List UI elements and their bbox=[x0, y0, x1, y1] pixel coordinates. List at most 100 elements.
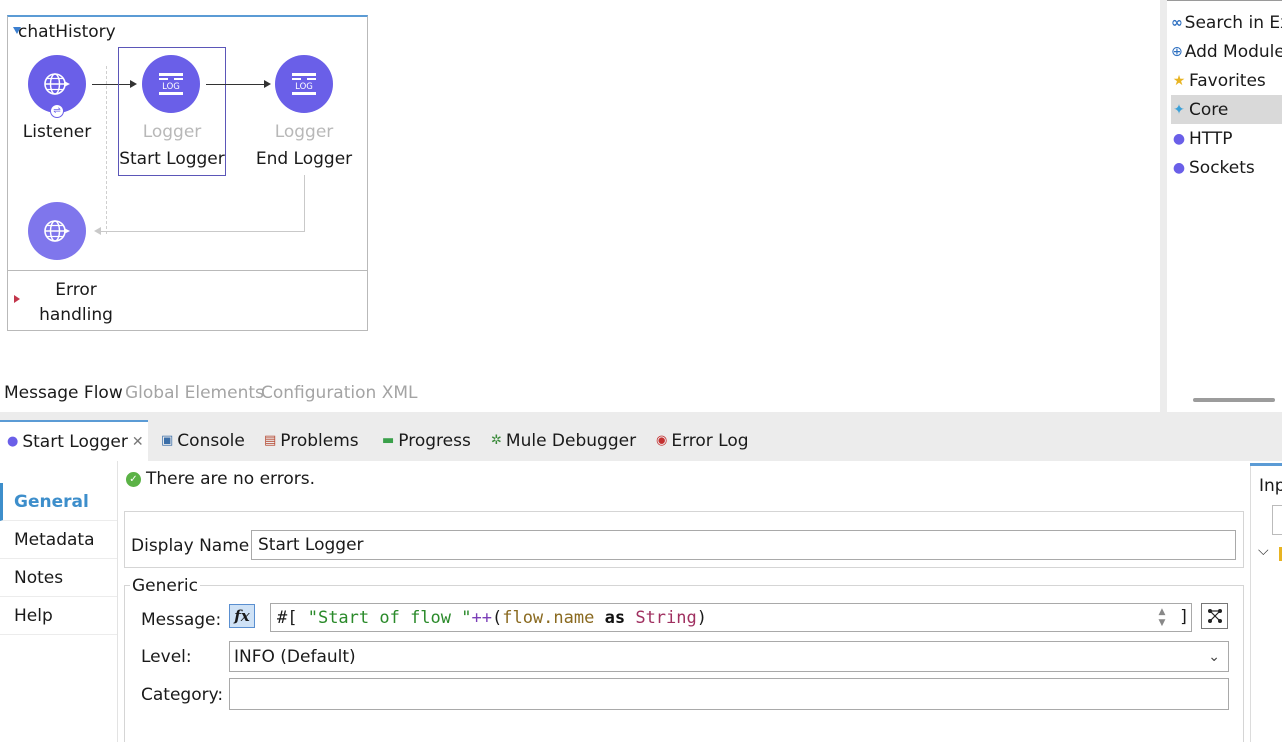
return-line bbox=[304, 175, 305, 232]
tab-message-flow[interactable]: Message Flow bbox=[4, 383, 123, 403]
globe-icon bbox=[44, 73, 70, 95]
tab-label: Progress bbox=[398, 430, 471, 451]
palette-core[interactable]: ✦ Core bbox=[1171, 95, 1282, 124]
sidebar-item-notes[interactable]: Notes bbox=[0, 559, 117, 597]
tab-problems[interactable]: ▤ Problems bbox=[264, 420, 359, 461]
expr-operator: ++ bbox=[471, 607, 492, 628]
progress-icon: ▬ bbox=[382, 433, 395, 448]
svg-text:LOG: LOG bbox=[162, 82, 180, 92]
tab-label: Error Log bbox=[671, 430, 749, 451]
arrow-head-icon bbox=[264, 80, 271, 88]
sidebar-divider bbox=[117, 461, 118, 742]
error-handling-section[interactable]: Error handling bbox=[30, 278, 122, 328]
tab-label: Console bbox=[177, 430, 245, 451]
error-handling-label-2: handling bbox=[39, 305, 113, 325]
sidebar-item-metadata[interactable]: Metadata bbox=[0, 521, 117, 559]
log-icon: LOG bbox=[292, 73, 316, 95]
flow-arrow bbox=[206, 84, 264, 85]
display-name-value: Start Logger bbox=[258, 535, 364, 555]
tab-label: Problems bbox=[280, 430, 359, 451]
tab-start-logger[interactable]: ● Start Logger ✕ bbox=[0, 420, 148, 461]
message-expression-input[interactable]: #[ "Start of flow "++(flow.name as Strin… bbox=[270, 603, 1192, 632]
response-node[interactable] bbox=[28, 202, 86, 260]
expr-suffix: ] bbox=[1179, 607, 1190, 627]
close-icon[interactable]: ✕ bbox=[132, 434, 144, 450]
module-icon: ● bbox=[1172, 159, 1186, 176]
palette-favorites[interactable]: ★ Favorites bbox=[1171, 66, 1282, 95]
palette-http[interactable]: ● HTTP bbox=[1171, 124, 1282, 153]
tab-error-log[interactable]: ◉ Error Log bbox=[656, 420, 749, 461]
debugger-icon: ✲ bbox=[491, 433, 502, 448]
palette-add-modules[interactable]: ⊕ Add Modules bbox=[1171, 37, 1282, 66]
start-logger-type: Logger bbox=[142, 122, 202, 142]
palette-item-label: Add Modules bbox=[1184, 41, 1282, 62]
tab-label: Start Logger bbox=[22, 431, 128, 452]
expression-spinner[interactable]: ▲ ▼ bbox=[1152, 605, 1172, 630]
error-handling-label-1: Error bbox=[55, 280, 97, 300]
return-line bbox=[100, 231, 305, 232]
fx-toggle-button[interactable]: fx bbox=[229, 604, 255, 628]
graph-icon bbox=[1207, 609, 1222, 623]
expr-identifier: flow.name bbox=[502, 607, 595, 628]
chevron-down-icon: ⌄ bbox=[1208, 648, 1220, 665]
error-log-icon: ◉ bbox=[656, 433, 668, 448]
sidebar-item-general[interactable]: General bbox=[0, 483, 117, 521]
problems-icon: ▤ bbox=[264, 433, 277, 448]
end-logger-label: End Logger bbox=[255, 149, 353, 169]
input-panel-title[interactable]: Inp bbox=[1259, 476, 1282, 496]
core-icon: ✦ bbox=[1173, 101, 1185, 118]
generic-group-title: Generic bbox=[130, 576, 200, 596]
globe-icon bbox=[44, 220, 70, 242]
palette-search-exchange[interactable]: ∞ Search in Exchange bbox=[1171, 8, 1282, 37]
expression-text: #[ "Start of flow "++(flow.name as Strin… bbox=[277, 608, 707, 628]
level-label: Level: bbox=[141, 647, 192, 667]
expr-keyword: as bbox=[604, 607, 626, 628]
spinner-up-icon[interactable]: ▲ bbox=[1159, 607, 1166, 618]
exchange-icon: ∞ bbox=[1171, 14, 1183, 31]
display-name-input[interactable]: Start Logger bbox=[251, 530, 1236, 560]
return-arrow-head-icon bbox=[94, 227, 101, 235]
expr-type: String bbox=[635, 607, 697, 628]
palette-item-label: Core bbox=[1189, 99, 1229, 120]
source-badge-icon: ⇌ bbox=[50, 104, 64, 118]
display-name-label: Display Name: bbox=[131, 536, 255, 556]
tab-progress[interactable]: ▬ Progress bbox=[382, 420, 471, 461]
sidebar-item-help[interactable]: Help bbox=[0, 597, 117, 635]
flow-divider bbox=[106, 66, 107, 234]
category-label: Category: bbox=[141, 685, 224, 705]
palette-item-label: Favorites bbox=[1189, 70, 1266, 91]
palette-splitter[interactable] bbox=[1160, 0, 1167, 412]
input-panel-border bbox=[1250, 463, 1251, 742]
tab-mule-debugger[interactable]: ✲ Mule Debugger bbox=[491, 420, 636, 461]
end-logger-type: Logger bbox=[274, 122, 334, 142]
category-input[interactable] bbox=[229, 678, 1229, 710]
chevron-down-icon[interactable]: ⌵ bbox=[1258, 543, 1269, 559]
palette-item-label: HTTP bbox=[1189, 128, 1233, 149]
start-logger-node[interactable]: LOG bbox=[142, 55, 200, 113]
tab-configuration-xml[interactable]: Configuration XML bbox=[261, 383, 417, 403]
svg-text:LOG: LOG bbox=[295, 82, 313, 92]
input-panel-search[interactable] bbox=[1272, 505, 1282, 535]
status-message: There are no errors. bbox=[146, 469, 315, 489]
palette-scrollbar[interactable] bbox=[1193, 398, 1275, 402]
tab-global-elements[interactable]: Global Elements bbox=[125, 383, 264, 403]
end-logger-node[interactable]: LOG bbox=[275, 55, 333, 113]
error-handling-divider bbox=[8, 270, 367, 271]
palette-sockets[interactable]: ● Sockets bbox=[1171, 153, 1282, 182]
level-select[interactable]: INFO (Default) ⌄ bbox=[229, 641, 1229, 672]
message-label: Message: bbox=[141, 610, 222, 630]
expr-paren: ) bbox=[696, 607, 707, 628]
tab-console[interactable]: ▣ Console bbox=[161, 420, 245, 461]
expr-string: "Start of flow " bbox=[307, 607, 472, 628]
console-icon: ▣ bbox=[161, 433, 174, 448]
palette-item-label: Sockets bbox=[1189, 157, 1255, 178]
flow-title[interactable]: chatHistory bbox=[18, 22, 116, 42]
add-icon: ⊕ bbox=[1171, 43, 1183, 60]
tab-label: Mule Debugger bbox=[505, 430, 637, 451]
spinner-down-icon[interactable]: ▼ bbox=[1159, 618, 1166, 629]
check-icon: ✓ bbox=[126, 472, 141, 487]
module-icon: ● bbox=[1172, 130, 1186, 147]
graph-editor-button[interactable] bbox=[1201, 603, 1228, 629]
expand-triangle-icon[interactable] bbox=[14, 295, 20, 303]
level-selected-value: INFO (Default) bbox=[234, 646, 356, 667]
